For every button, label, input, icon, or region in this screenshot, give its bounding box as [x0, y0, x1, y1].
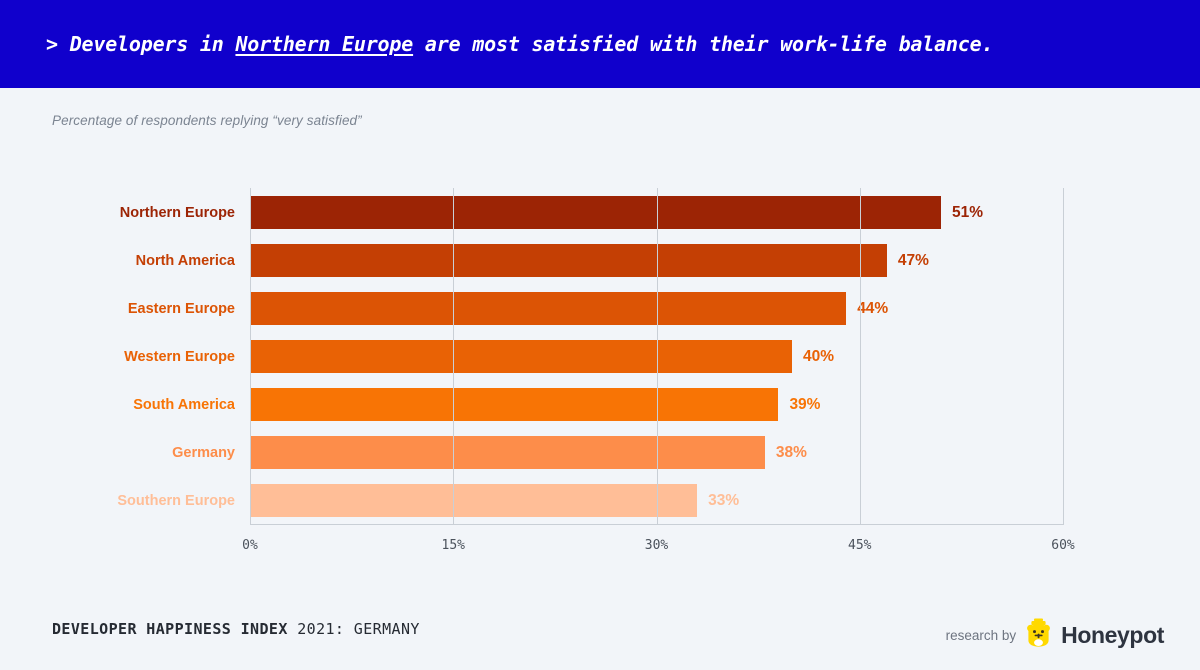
bar-category-label: Eastern Europe	[127, 300, 235, 317]
bar-value-label: 40%	[803, 347, 835, 365]
footer-brand: research by Honeypot	[946, 618, 1164, 652]
bar[interactable]	[250, 436, 765, 469]
bar-value-label: 33%	[708, 491, 740, 509]
bar[interactable]	[250, 340, 792, 373]
gridline	[656, 188, 658, 524]
bar-category-label: South America	[133, 396, 235, 413]
footer-title-light: 2021: GERMANY	[287, 620, 420, 638]
footer-title: DEVELOPER HAPPINESS INDEX 2021: GERMANY	[52, 620, 420, 638]
x-tick-label: 30%	[644, 538, 669, 553]
honeypot-mascot-icon	[1025, 618, 1052, 652]
bar[interactable]	[250, 244, 887, 277]
bar[interactable]	[250, 388, 779, 421]
bar-value-label: 38%	[775, 443, 807, 461]
gridline	[250, 188, 251, 524]
footer-title-strong: DEVELOPER HAPPINESS INDEX	[52, 620, 288, 638]
x-tick-label: 60%	[1051, 538, 1075, 553]
x-tick-label: 0%	[242, 538, 258, 553]
bar-value-label: 44%	[857, 299, 889, 317]
gridline	[453, 188, 455, 524]
x-tick-label: 45%	[848, 538, 872, 553]
bar[interactable]	[250, 196, 942, 229]
research-by-label: research by	[945, 627, 1017, 643]
x-tick-label: 15%	[441, 538, 465, 553]
honeypot-wordmark: Honeypot	[1061, 621, 1164, 648]
gridline	[859, 188, 861, 524]
bar-category-label: North America	[135, 252, 235, 269]
bar-value-label: 47%	[897, 251, 929, 269]
bar-category-label: Germany	[172, 444, 235, 461]
bar-category-label: Northern Europe	[119, 204, 235, 221]
bar-category-label: Southern Europe	[117, 492, 235, 509]
plot-area: Northern Europe 51% North America 47% Easter…	[117, 188, 1064, 524]
gridline	[1063, 188, 1064, 524]
bar-value-label: 39%	[789, 395, 821, 413]
bar[interactable]	[250, 484, 698, 517]
x-axis-line	[250, 524, 1064, 525]
bar-chart: Northern Europe 51% North America 47% Easter…	[0, 0, 1200, 670]
bar-category-label: Western Europe	[124, 348, 235, 365]
bar-value-label: 51%	[952, 203, 984, 221]
bar[interactable]	[250, 292, 847, 325]
